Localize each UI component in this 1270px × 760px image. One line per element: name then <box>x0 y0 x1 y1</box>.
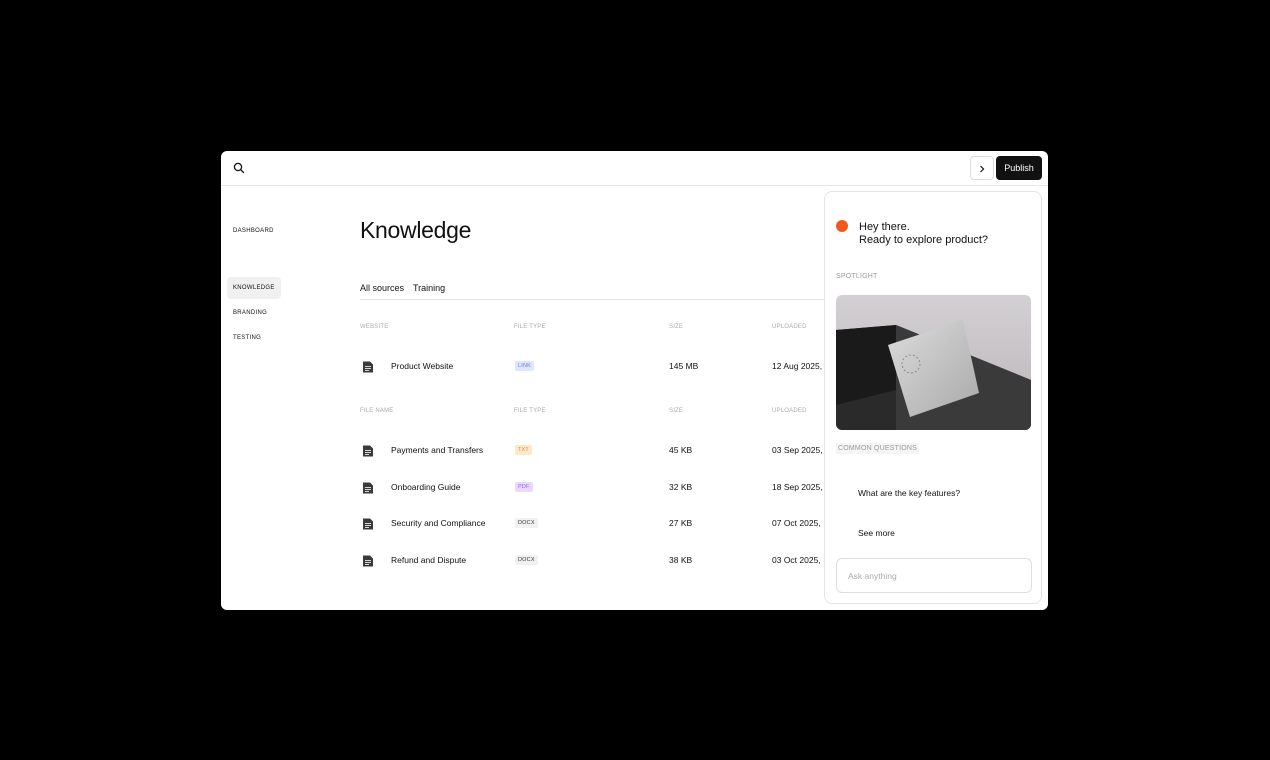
file-size: 32 KB <box>669 482 693 492</box>
question-key-features[interactable]: What are the key features? <box>858 488 960 498</box>
sidebar-item-dashboard[interactable]: DASHBOARD <box>227 220 280 242</box>
file-size: 145 MB <box>669 361 699 371</box>
document-icon <box>362 554 374 567</box>
file-size: 38 KB <box>669 555 693 565</box>
upload-date: 03 Oct 2025, 1 <box>772 555 822 565</box>
see-more-link[interactable]: See more <box>858 528 895 538</box>
page-title: Knowledge <box>360 217 472 243</box>
column-header-size: SIZE <box>669 408 684 414</box>
chat-panel: Hey there. Ready to explore product? SPO… <box>824 191 1042 604</box>
sidebar-item-branding[interactable]: BRANDING <box>227 302 273 324</box>
column-header-website: WEBSITE <box>360 324 389 330</box>
top-bar: Publish <box>221 151 1048 186</box>
file-size: 45 KB <box>669 445 693 455</box>
table-row[interactable]: Security and Compliance DOCX 27 KB 07 Oc… <box>360 513 830 533</box>
common-questions-label: COMMON QUESTIONS <box>836 443 920 454</box>
expand-panel-button[interactable] <box>970 156 994 180</box>
file-name: Product Website <box>391 361 454 371</box>
file-name: Refund and Dispute <box>391 555 467 565</box>
column-header-uploaded: UPLOADED <box>772 408 807 414</box>
column-header-size: SIZE <box>669 324 684 330</box>
chevron-right-icon <box>978 161 986 176</box>
table-row[interactable]: Onboarding Guide PDF 32 KB 18 Sep 2025, … <box>360 477 830 497</box>
file-type-badge: TXT <box>515 445 532 455</box>
tab-all-sources[interactable]: All sources <box>360 283 405 300</box>
greeting-line: Hey there. <box>859 221 910 233</box>
column-header-file-type: FILE TYPE <box>514 408 546 414</box>
spotlight-image[interactable] <box>836 295 1031 430</box>
document-icon <box>362 481 374 494</box>
tabs-divider <box>360 299 830 300</box>
file-type-badge: LINK <box>515 361 535 371</box>
tab-training[interactable]: Training <box>413 283 445 299</box>
document-icon <box>362 360 374 373</box>
column-header-file-type: FILE TYPE <box>514 324 546 330</box>
table-row[interactable]: Product Website LINK 145 MB 12 Aug 2025,… <box>360 356 830 376</box>
search-icon[interactable] <box>232 161 246 175</box>
table-row[interactable]: Payments and Transfers TXT 45 KB 03 Sep … <box>360 440 830 460</box>
file-size: 27 KB <box>669 518 693 528</box>
column-header-uploaded: UPLOADED <box>772 324 807 330</box>
ask-input[interactable] <box>836 558 1032 593</box>
sidebar-item-knowledge[interactable]: KNOWLEDGE <box>227 277 281 299</box>
file-type-badge: DOCX <box>515 518 538 528</box>
spotlight-label: SPOTLIGHT <box>836 273 878 280</box>
upload-date: 03 Sep 2025, 1 <box>772 445 822 455</box>
upload-date: 18 Sep 2025, 2 <box>772 482 822 492</box>
file-type-badge: PDF <box>515 482 533 492</box>
file-name: Payments and Transfers <box>391 445 484 455</box>
document-icon <box>362 444 374 457</box>
file-name: Onboarding Guide <box>391 482 461 492</box>
file-name: Security and Compliance <box>391 518 486 528</box>
upload-date: 07 Oct 2025, 1 <box>772 518 822 528</box>
upload-date: 12 Aug 2025, 0 <box>772 361 822 371</box>
assistant-status-dot <box>836 220 848 232</box>
table-row[interactable]: Refund and Dispute DOCX 38 KB 03 Oct 202… <box>360 550 830 570</box>
publish-button[interactable]: Publish <box>996 156 1042 180</box>
greeting-line: Ready to explore product? <box>859 234 989 246</box>
column-header-file-name: FILE NAME <box>360 408 394 414</box>
file-type-badge: DOCX <box>515 555 538 565</box>
app-window: Publish DASHBOARD KNOWLEDGE BRANDING TES… <box>221 151 1048 610</box>
chat-greeting: Hey there. Ready to explore product? <box>859 221 988 247</box>
sidebar-item-testing[interactable]: TESTING <box>227 327 267 349</box>
document-icon <box>362 517 374 530</box>
